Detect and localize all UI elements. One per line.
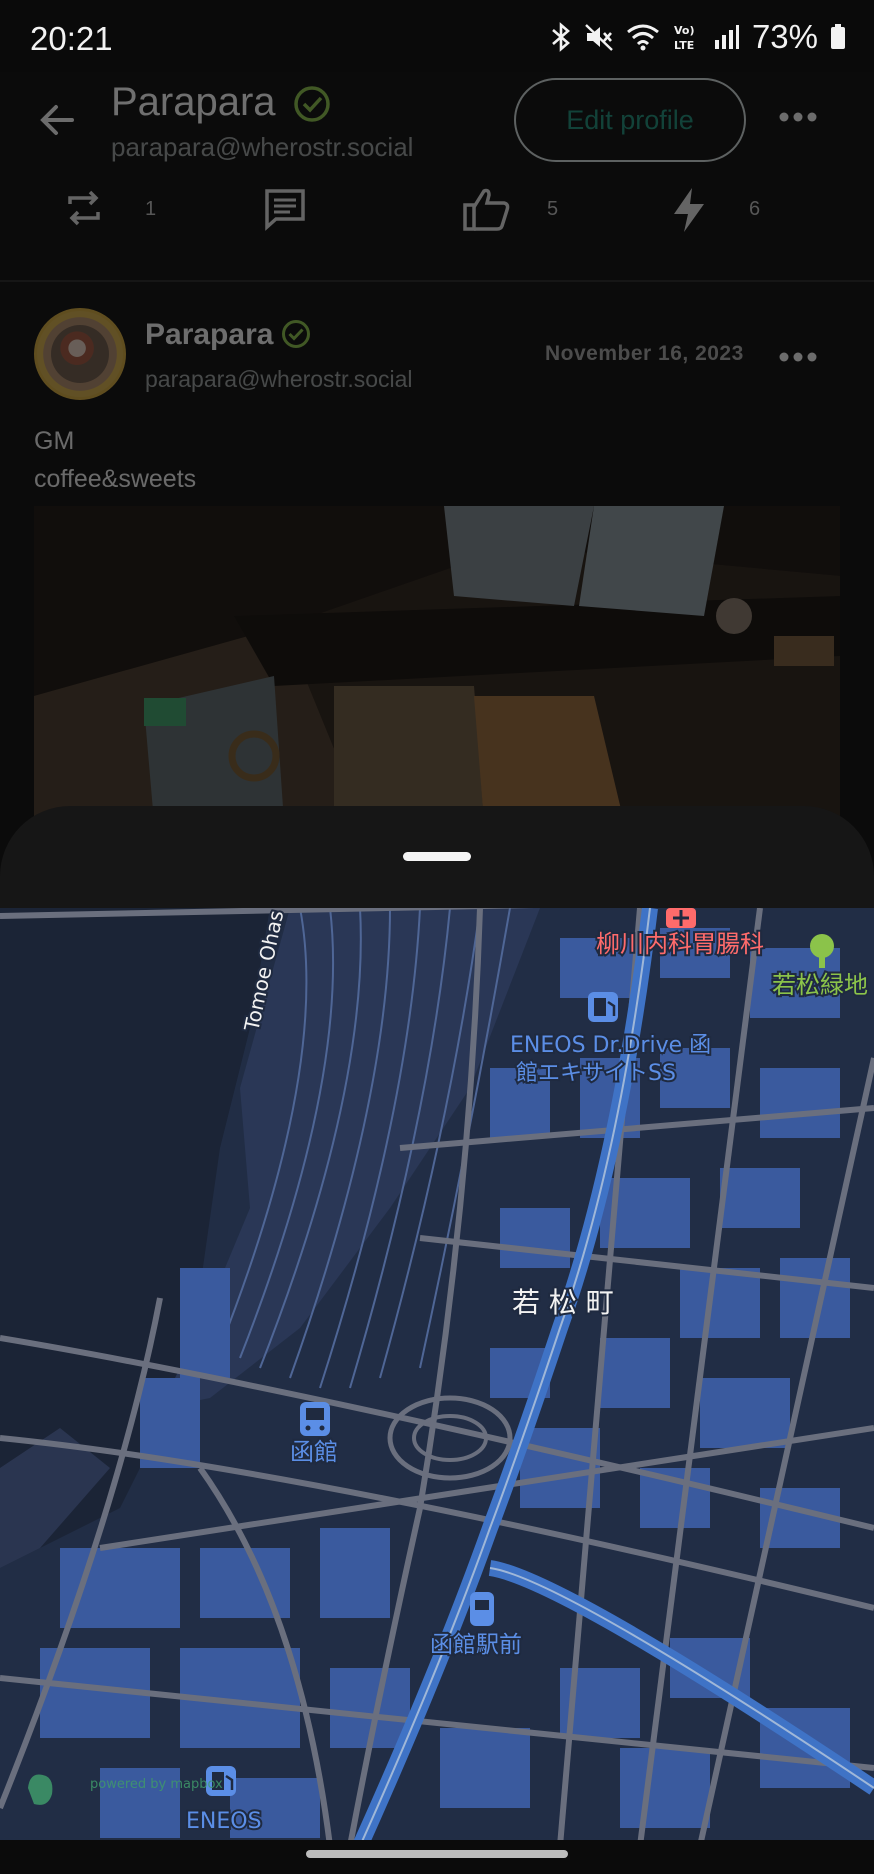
mute-icon bbox=[584, 22, 614, 52]
post-date: November 16, 2023 bbox=[545, 342, 744, 365]
thumbs-up-icon bbox=[463, 188, 510, 231]
avatar[interactable] bbox=[34, 308, 126, 400]
note-card[interactable]: Parapara parapara@wherostr.social Novemb… bbox=[0, 282, 874, 822]
bluetooth-icon bbox=[550, 22, 572, 52]
mapbox-attribution: powered by mapbox bbox=[90, 1777, 223, 1792]
profile-header: Parapara parapara@wherostr.social Edit p… bbox=[0, 72, 874, 180]
post-author-name[interactable]: Parapara bbox=[145, 318, 273, 352]
zap-stat[interactable] bbox=[668, 186, 710, 234]
repost-stat[interactable] bbox=[62, 186, 106, 230]
map-view[interactable]: 柳川内科胃腸科 若松緑地 ENEOS Dr.Drive 函 館エキサイトSS 若… bbox=[0, 908, 874, 1846]
sheet-drag-handle[interactable] bbox=[403, 852, 471, 861]
profile-name: Parapara bbox=[111, 80, 276, 124]
post-content: GM coffee&sweets bbox=[34, 427, 197, 493]
back-button[interactable] bbox=[34, 94, 86, 146]
lightning-icon bbox=[674, 188, 704, 232]
map-label-park: 若松緑地 bbox=[772, 971, 868, 999]
profile-handle: parapara@wherostr.social bbox=[111, 132, 414, 162]
repost-icon bbox=[68, 190, 100, 226]
location-bottom-sheet[interactable]: 柳川内科胃腸科 若松緑地 ENEOS Dr.Drive 函 館エキサイトSS 若… bbox=[0, 806, 874, 1874]
signal-icon bbox=[714, 24, 740, 50]
like-stat[interactable] bbox=[462, 186, 512, 232]
post-author-handle: parapara@wherostr.social bbox=[145, 366, 413, 392]
map-label-gas-station-2: ENEOS bbox=[186, 1809, 262, 1834]
svg-text:Vo): Vo) bbox=[674, 24, 695, 37]
train-station-icon bbox=[300, 1402, 330, 1436]
post-photo[interactable] bbox=[34, 506, 840, 822]
battery-icon bbox=[830, 24, 846, 50]
map-label-gas-station-line2: 館エキサイトSS bbox=[516, 1061, 676, 1086]
engagement-stats: 1 5 6 bbox=[0, 180, 874, 280]
arrow-left-icon bbox=[40, 105, 74, 135]
svg-text:LTE: LTE bbox=[674, 39, 694, 52]
map-label-tram-stop: 函館駅前 bbox=[430, 1632, 522, 1658]
zap-count: 6 bbox=[749, 198, 761, 220]
map-label-clinic: 柳川内科胃腸科 bbox=[596, 930, 764, 958]
reply-stat[interactable] bbox=[262, 186, 308, 232]
status-time: 20:21 bbox=[30, 20, 113, 57]
map-label-station: 函館 bbox=[290, 1438, 338, 1466]
status-bar: 20:21 Vo) LTE 73% bbox=[0, 0, 874, 72]
repost-count: 1 bbox=[145, 198, 157, 220]
map-label-district: 若 松 町 bbox=[512, 1286, 614, 1319]
wifi-icon bbox=[626, 23, 660, 51]
status-icons: Vo) LTE 73% bbox=[550, 18, 846, 56]
verified-icon bbox=[292, 84, 332, 129]
tram-icon bbox=[470, 1592, 494, 1626]
like-count: 5 bbox=[547, 198, 559, 220]
volte-icon: Vo) LTE bbox=[672, 22, 702, 52]
hospital-icon bbox=[666, 908, 696, 928]
verified-icon bbox=[280, 318, 312, 355]
post-more-options-icon[interactable] bbox=[778, 344, 818, 370]
battery-percentage: 73% bbox=[751, 18, 818, 55]
gesture-navigation-bar bbox=[0, 1840, 874, 1874]
comment-icon bbox=[265, 189, 305, 231]
more-options-icon[interactable] bbox=[778, 102, 818, 132]
home-gesture-pill[interactable] bbox=[306, 1850, 568, 1858]
map-label-gas-station-line1: ENEOS Dr.Drive 函 bbox=[510, 1033, 711, 1058]
gas-station-icon bbox=[588, 992, 618, 1022]
edit-profile-button[interactable]: Edit profile bbox=[514, 78, 746, 162]
